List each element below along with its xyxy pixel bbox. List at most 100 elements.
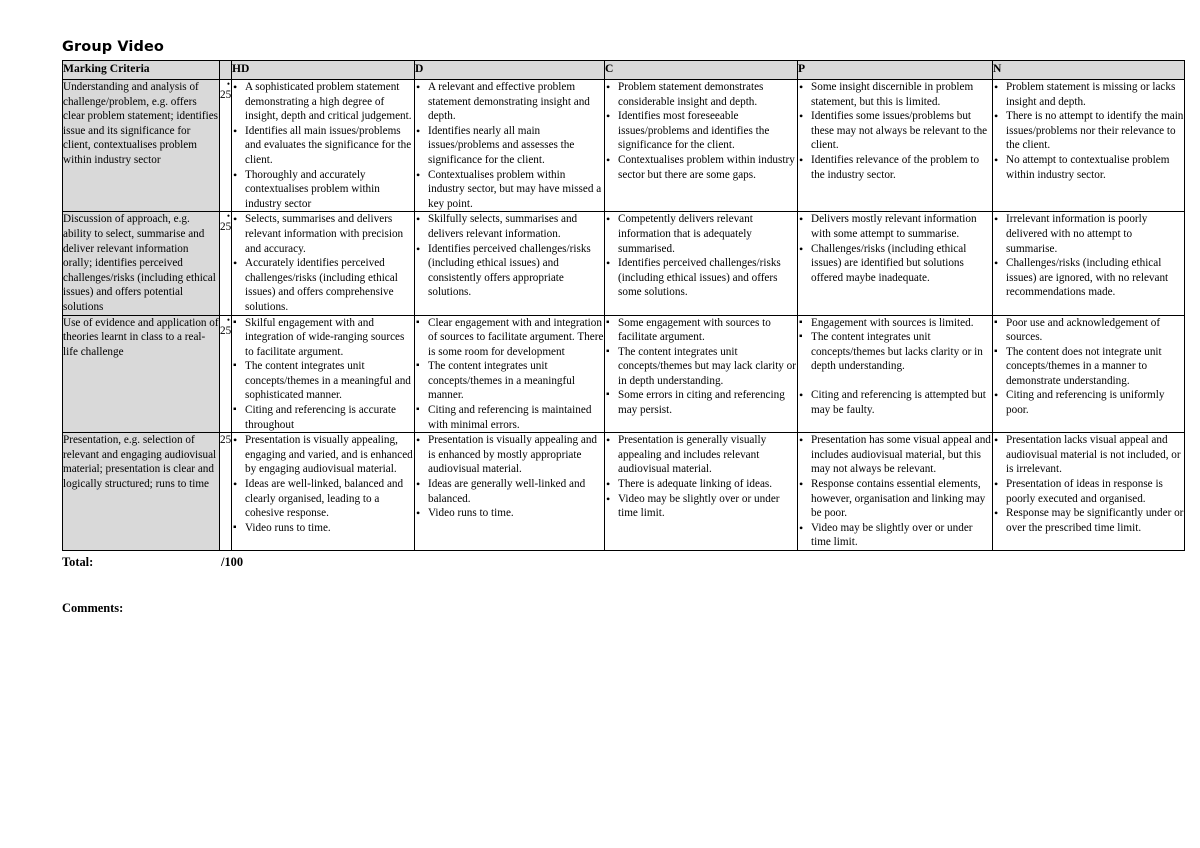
criteria-bullet: A relevant and effective problem stateme… [415, 80, 604, 124]
criteria-bullet: Response contains essential elements, ho… [798, 477, 992, 521]
grade-cell-d[interactable]: Skilfully selects, summarises and delive… [414, 211, 605, 316]
grade-cell-n[interactable]: Problem statement is missing or lacks in… [992, 78, 1185, 213]
grade-cell-hd[interactable]: A sophisticated problem statement demons… [231, 78, 415, 213]
criteria-weight-cell[interactable]: • 25 [219, 211, 232, 316]
criteria-bullet: Identifies perceived challenges/risks (i… [415, 242, 604, 300]
criteria-bullet: Selects, summarises and delivers relevan… [232, 212, 414, 256]
criteria-bullet: Identifies some issues/problems but thes… [798, 109, 992, 153]
table-row: Use of evidence and application of theor… [62, 314, 1185, 434]
criteria-bullet: Accurately identifies perceived challeng… [232, 256, 414, 314]
grade-cell-d[interactable]: Presentation is visually appealing and i… [414, 432, 605, 551]
criteria-weight-cell[interactable]: 25 [219, 432, 232, 551]
criteria-bullet-list: Skilful engagement with and integration … [232, 316, 414, 433]
criteria-description-cell: Discussion of approach, e.g. ability to … [62, 211, 220, 316]
table-row: Discussion of approach, e.g. ability to … [62, 211, 1185, 316]
criteria-bullet-list: Selects, summarises and delivers relevan… [232, 212, 414, 314]
criteria-bullet: Ideas are generally well-linked and bala… [415, 477, 604, 506]
comments-label: Comments: [62, 601, 124, 615]
criteria-bullet: The content integrates unit concepts/the… [415, 359, 604, 403]
criteria-bullet: Engagement with sources is limited. [798, 316, 992, 331]
marks-value: 25 [220, 89, 232, 101]
criteria-bullet: Irrelevant information is poorly deliver… [993, 212, 1184, 256]
grade-cell-hd[interactable]: Presentation is visually appealing, enga… [231, 432, 415, 551]
column-header-c: C [604, 60, 798, 80]
criteria-bullet: Citing and referencing is uniformly poor… [993, 388, 1184, 417]
criteria-bullet-list: Presentation is generally visually appea… [605, 433, 797, 521]
criteria-weight-cell[interactable]: • 25 [219, 314, 232, 434]
criteria-bullet-list: Delivers mostly relevant information wit… [798, 212, 992, 285]
grade-cell-n[interactable]: Presentation lacks visual appeal and aud… [992, 432, 1185, 551]
criteria-weight-cell[interactable]: • 25 [219, 78, 232, 213]
grade-cell-hd[interactable]: Skilful engagement with and integration … [231, 314, 415, 434]
grade-cell-c[interactable]: Problem statement demonstrates considera… [604, 78, 798, 213]
criteria-bullet: Citing and referencing is maintained wit… [415, 403, 604, 432]
criteria-bullet: Ideas are well-linked, balanced and clea… [232, 477, 414, 521]
criteria-bullet-list: Competently delivers relevant informatio… [605, 212, 797, 300]
total-value: /100 [221, 555, 244, 569]
grade-cell-c[interactable]: Competently delivers relevant informatio… [604, 211, 798, 316]
criteria-bullet: The content integrates unit concepts/the… [605, 345, 797, 389]
header-row: Marking Criteria HD D C P N [62, 60, 1185, 80]
column-header-n: N [992, 60, 1185, 80]
criteria-bullet-list: Presentation is visually appealing and i… [415, 433, 604, 521]
marks-bullet-icon: • [226, 211, 230, 222]
criteria-bullet: Thoroughly and accurately contextualises… [232, 168, 414, 212]
criteria-bullet: Presentation lacks visual appeal and aud… [993, 433, 1184, 477]
criteria-bullet: Contextualises problem within industry s… [605, 153, 797, 182]
criteria-bullet: Presentation has some visual appeal and … [798, 433, 992, 477]
criteria-bullet: Some insight discernible in problem stat… [798, 80, 992, 109]
grade-cell-hd[interactable]: Selects, summarises and delivers relevan… [231, 211, 415, 316]
grade-cell-c[interactable]: Some engagement with sources to facilita… [604, 314, 798, 434]
criteria-bullet: Response may be significantly under or o… [993, 506, 1184, 535]
criteria-bullet: Video runs to time. [232, 521, 414, 536]
criteria-bullet: The content integrates unit concepts/the… [798, 330, 992, 374]
marks-bullet-icon: • [226, 79, 230, 89]
table-row: Understanding and analysis of challenge/… [62, 78, 1185, 213]
column-header-p: P [797, 60, 993, 80]
page-title: Group Video [62, 39, 164, 55]
rubric-page: Group Video Marking Criteria HD D C P N … [0, 0, 1200, 848]
criteria-bullet: Citing and referencing is attempted but … [798, 388, 992, 417]
grade-cell-p[interactable]: Engagement with sources is limited.The c… [797, 314, 993, 434]
criteria-bullet: Clear engagement with and integration of… [415, 316, 604, 360]
grade-cell-p[interactable]: Some insight discernible in problem stat… [797, 78, 993, 213]
criteria-bullet: Problem statement demonstrates considera… [605, 80, 797, 109]
column-header-marks [219, 60, 232, 80]
criteria-bullet-list: Problem statement is missing or lacks in… [993, 80, 1184, 182]
marks-value: 25 [220, 434, 232, 447]
criteria-bullet: Challenges/risks (including ethical issu… [993, 256, 1184, 300]
criteria-bullet: The content does not integrate unit conc… [993, 345, 1184, 389]
criteria-bullet: Competently delivers relevant informatio… [605, 212, 797, 256]
total-line: Total: /100 [62, 554, 1184, 572]
criteria-bullet: Challenges/risks (including ethical issu… [798, 242, 992, 286]
grade-cell-n[interactable]: Irrelevant information is poorly deliver… [992, 211, 1185, 316]
criteria-bullet: Video runs to time. [415, 506, 604, 521]
grade-cell-p[interactable]: Presentation has some visual appeal and … [797, 432, 993, 551]
criteria-bullet-list: Engagement with sources is limited.The c… [798, 316, 992, 418]
criteria-bullet-list: A relevant and effective problem stateme… [415, 80, 604, 211]
criteria-bullet: Identifies all main issues/problems and … [232, 124, 414, 168]
grade-cell-d[interactable]: A relevant and effective problem stateme… [414, 78, 605, 213]
marks-bullet-icon: • [226, 314, 230, 325]
grade-cell-p[interactable]: Delivers mostly relevant information wit… [797, 211, 993, 316]
grade-cell-n[interactable]: Poor use and acknowledgement of sources.… [992, 314, 1185, 434]
criteria-bullet: Some engagement with sources to facilita… [605, 316, 797, 345]
criteria-bullet: Identifies relevance of the problem to t… [798, 153, 992, 182]
criteria-bullet: The content integrates unit concepts/the… [232, 359, 414, 403]
criteria-description-cell: Use of evidence and application of theor… [62, 314, 220, 434]
criteria-bullet: Problem statement is missing or lacks in… [993, 80, 1184, 109]
marks-value: 25 [220, 221, 232, 234]
criteria-bullet: Skilful engagement with and integration … [232, 316, 414, 360]
criteria-bullet: Delivers mostly relevant information wit… [798, 212, 992, 241]
criteria-bullet: A sophisticated problem statement demons… [232, 80, 414, 124]
criteria-bullet: Poor use and acknowledgement of sources. [993, 316, 1184, 345]
column-header-d: D [414, 60, 605, 80]
criteria-bullet-list: Some engagement with sources to facilita… [605, 316, 797, 418]
table-body: Understanding and analysis of challenge/… [62, 78, 1185, 551]
grade-cell-d[interactable]: Clear engagement with and integration of… [414, 314, 605, 434]
grade-cell-c[interactable]: Presentation is generally visually appea… [604, 432, 798, 551]
criteria-bullet-list: A sophisticated problem statement demons… [232, 80, 414, 211]
criteria-bullet-list: Presentation has some visual appeal and … [798, 433, 992, 550]
criteria-bullet-list: Poor use and acknowledgement of sources.… [993, 316, 1184, 418]
criteria-bullet: Presentation is generally visually appea… [605, 433, 797, 477]
